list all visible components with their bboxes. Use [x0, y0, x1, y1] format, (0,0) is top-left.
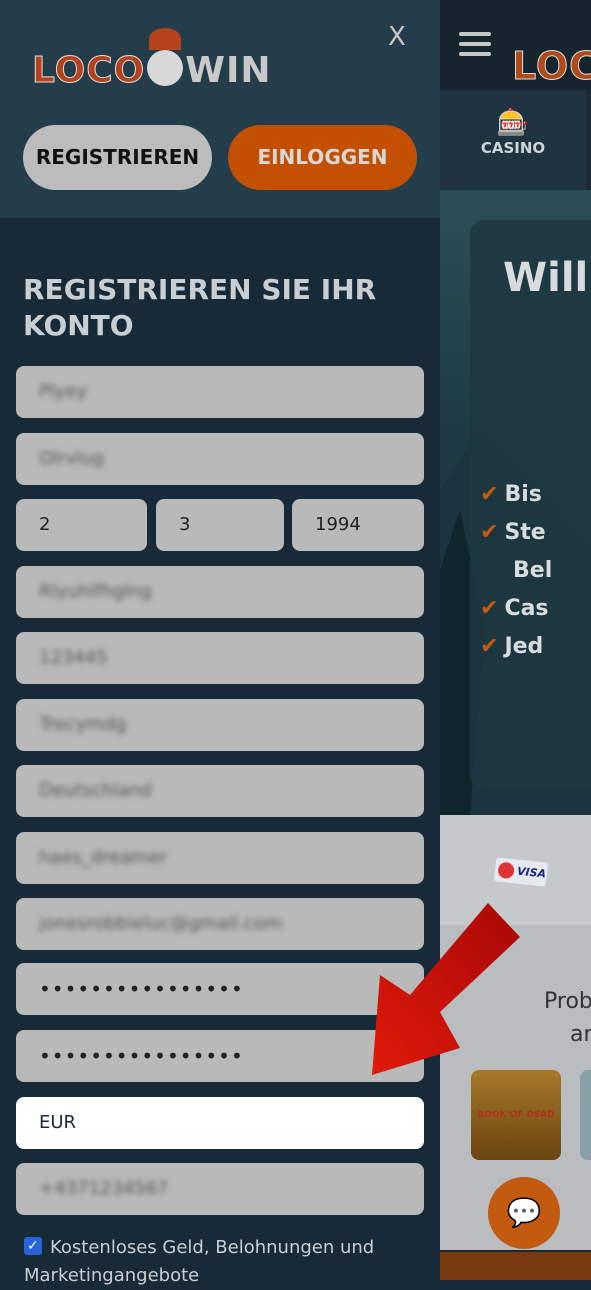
city-input[interactable]: Trecymdg: [16, 699, 424, 751]
birth-day-input[interactable]: 2: [16, 499, 147, 551]
check-icon: ✔: [480, 596, 499, 621]
game-tile-book-of-dead[interactable]: BOOK OF DEAD: [471, 1070, 561, 1160]
check-item: ✔ Jed: [480, 634, 544, 659]
password-input[interactable]: •••••••••••••••• 👁: [16, 963, 424, 1015]
country-select[interactable]: Deutschland: [16, 765, 424, 817]
hamburger-menu-icon[interactable]: [459, 32, 491, 62]
hero-banner: Will ✔ Bis ✔ Ste Bel ✔ Cas ✔ Jed: [440, 190, 591, 815]
visa-mastercard-icon: VISA: [493, 857, 549, 887]
check-item-cont: Bel: [513, 558, 553, 583]
game-tile[interactable]: [580, 1070, 591, 1160]
background-logo: LOC: [511, 44, 591, 89]
marketing-checkbox[interactable]: ✓: [24, 1237, 42, 1255]
panel-header: LOCO WIN X REGISTRIEREN EINLOGGEN: [0, 0, 440, 218]
chat-button[interactable]: 💬: [488, 1177, 560, 1249]
email-input[interactable]: jonesrobbieluc@gmail.com: [16, 898, 424, 950]
jester-icon: [147, 28, 184, 86]
slot-machine-icon: 🎰: [496, 108, 530, 138]
locowin-logo: LOCO WIN: [31, 28, 272, 92]
check-icon: ✔: [480, 520, 499, 545]
close-button[interactable]: X: [388, 22, 406, 52]
check-icon: ✔: [480, 482, 499, 507]
first-name-input[interactable]: Plyey: [16, 366, 424, 418]
check-icon: ✔: [480, 634, 499, 659]
check-item: ✔ Ste: [480, 520, 546, 545]
check-item: ✔ Bis: [480, 482, 542, 507]
register-button[interactable]: REGISTRIEREN: [23, 125, 212, 190]
phone-input[interactable]: +4371234567: [16, 1163, 424, 1215]
zip-input[interactable]: 123445: [16, 632, 424, 684]
marketing-checkbox-label: Kostenloses Geld, Belohnungen und Market…: [24, 1237, 375, 1286]
registration-panel: LOCO WIN X REGISTRIEREN EINLOGGEN REGISTR…: [0, 0, 440, 1286]
background-header: LOC: [440, 0, 591, 90]
password-confirm-input[interactable]: ••••••••••••••••: [16, 1030, 424, 1082]
background-page: LOC 🎰 CASINO Will ✔ Bis ✔ Ste Bel ✔ Cas ✔ Je…: [440, 0, 591, 1280]
birth-year-input[interactable]: 1994: [292, 499, 424, 551]
username-input[interactable]: haes_dreamer: [16, 832, 424, 884]
page-title: REGISTRIEREN SIE IHR KONTO: [23, 273, 377, 342]
currency-select[interactable]: EUR: [16, 1097, 424, 1149]
nav-casino[interactable]: 🎰 CASINO: [440, 90, 586, 190]
street-input[interactable]: Rlyuhlfhglng: [16, 566, 424, 618]
last-name-input[interactable]: Olrvlug: [16, 433, 424, 485]
chat-bubble-icon: 💬: [506, 1196, 542, 1229]
check-item: ✔ Cas: [480, 596, 549, 621]
login-button[interactable]: EINLOGGEN: [228, 125, 417, 190]
birth-month-input[interactable]: 3: [156, 499, 284, 551]
hero-title: Will: [503, 255, 589, 301]
promo-text: Prob an: [544, 989, 591, 1047]
eye-icon[interactable]: 👁: [383, 977, 406, 1029]
nav-casino-label: CASINO: [480, 139, 546, 157]
bottom-bar: [440, 1252, 591, 1280]
payment-band: VISA: [440, 815, 591, 925]
